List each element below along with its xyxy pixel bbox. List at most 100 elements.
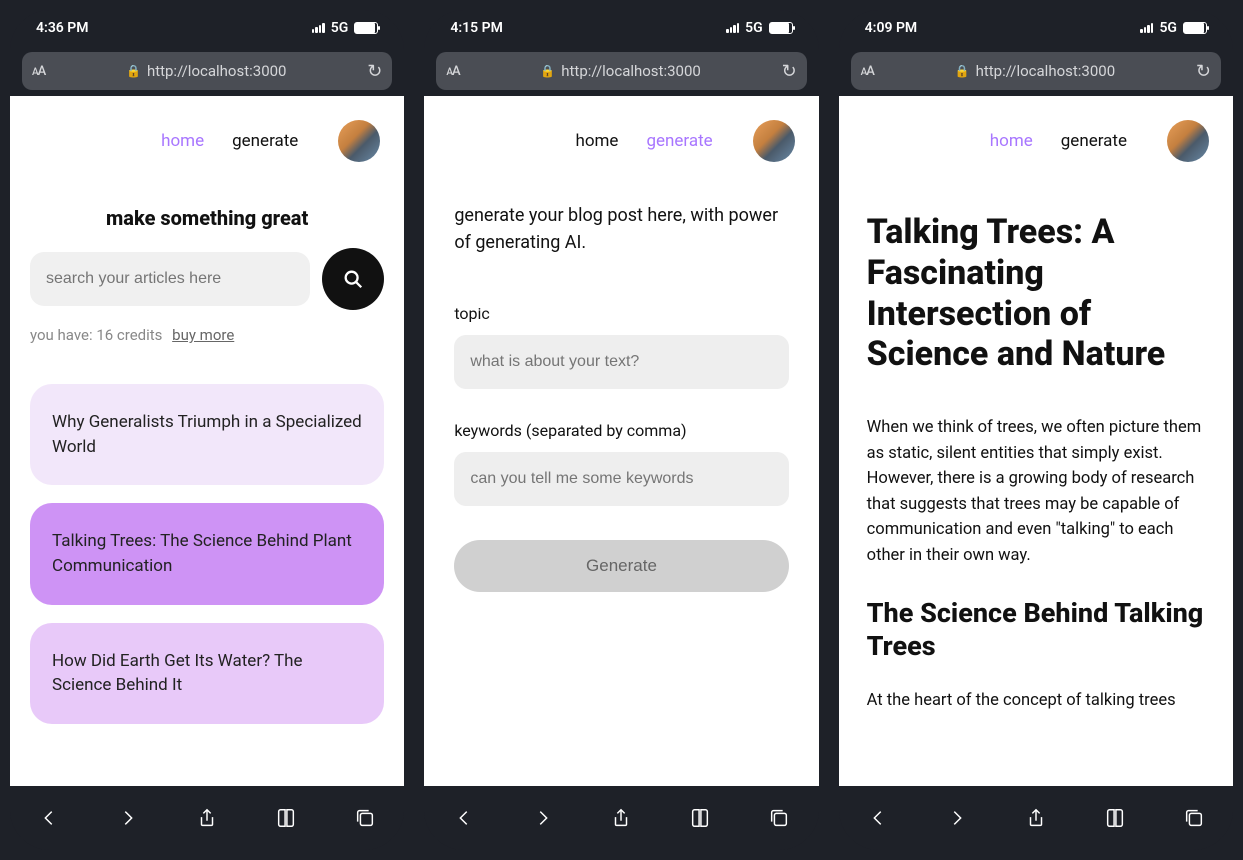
chevron-right-icon	[946, 807, 968, 829]
network-label: 5G	[745, 20, 763, 36]
back-button[interactable]	[446, 807, 482, 829]
nav-home[interactable]: home	[575, 131, 618, 151]
status-bar: 4:09 PM 5G	[839, 10, 1233, 46]
avatar[interactable]	[1167, 120, 1209, 162]
nav-generate[interactable]: generate	[232, 131, 298, 151]
search-row	[30, 248, 384, 310]
page-title: make something great	[30, 206, 384, 230]
book-icon	[689, 807, 711, 829]
share-icon	[196, 807, 218, 829]
share-button[interactable]	[1018, 807, 1054, 829]
generate-button[interactable]: Generate	[454, 540, 788, 592]
text-size-icon[interactable]: AA	[32, 64, 45, 79]
chevron-left-icon	[38, 807, 60, 829]
page-content: home generate Talking Trees: A Fascinati…	[839, 96, 1233, 786]
article-card[interactable]: Talking Trees: The Science Behind Plant …	[30, 503, 384, 604]
status-time: 4:36 PM	[36, 20, 89, 36]
reload-icon[interactable]: ↻	[1196, 61, 1211, 82]
search-input[interactable]	[30, 252, 310, 306]
lock-icon: 🔒	[126, 64, 141, 78]
forward-button[interactable]	[110, 807, 146, 829]
text-size-icon[interactable]: AA	[861, 64, 874, 79]
article-title: Talking Trees: A Fascinating Intersectio…	[867, 212, 1205, 375]
top-nav: home generate	[10, 96, 404, 172]
network-label: 5G	[331, 20, 349, 36]
reload-icon[interactable]: ↻	[367, 61, 382, 82]
reload-icon[interactable]: ↻	[782, 61, 797, 82]
chevron-right-icon	[532, 807, 554, 829]
article-card[interactable]: How Did Earth Get Its Water? The Science…	[30, 623, 384, 724]
battery-icon	[769, 22, 793, 34]
url-text: http://localhost:3000	[561, 62, 701, 80]
generate-intro: generate your blog post here, with power…	[454, 202, 788, 256]
status-bar: 4:36 PM 5G	[10, 10, 404, 46]
tabs-icon	[768, 807, 790, 829]
bookmarks-button[interactable]	[1097, 807, 1133, 829]
forward-button[interactable]	[525, 807, 561, 829]
chevron-left-icon	[867, 807, 889, 829]
search-button[interactable]	[322, 248, 384, 310]
share-button[interactable]	[603, 807, 639, 829]
page-content: home generate generate your blog post he…	[424, 96, 818, 786]
status-time: 4:15 PM	[450, 20, 503, 36]
battery-icon	[354, 22, 378, 34]
battery-icon	[1183, 22, 1207, 34]
status-indicators: 5G	[312, 20, 379, 36]
tabs-button[interactable]	[347, 807, 383, 829]
status-indicators: 5G	[1140, 20, 1207, 36]
back-button[interactable]	[860, 807, 896, 829]
browser-url-bar[interactable]: AA 🔒 http://localhost:3000 ↻	[851, 52, 1221, 90]
status-time: 4:09 PM	[865, 20, 918, 36]
top-nav: home generate	[424, 96, 818, 172]
browser-toolbar	[10, 786, 404, 850]
browser-toolbar	[839, 786, 1233, 850]
url-display[interactable]: 🔒 http://localhost:3000	[882, 62, 1188, 80]
status-bar: 4:15 PM 5G	[424, 10, 818, 46]
article-paragraph: When we think of trees, we often picture…	[867, 415, 1205, 568]
url-display[interactable]: 🔒 http://localhost:3000	[53, 62, 359, 80]
article-list: Why Generalists Triumph in a Specialized…	[30, 384, 384, 724]
article-paragraph: At the heart of the concept of talking t…	[867, 688, 1205, 714]
nav-home[interactable]: home	[161, 131, 204, 151]
phone-screen-generate: 4:15 PM 5G AA 🔒 http://localhost:3000 ↻ …	[424, 10, 818, 850]
share-icon	[1025, 807, 1047, 829]
url-text: http://localhost:3000	[147, 62, 287, 80]
lock-icon: 🔒	[540, 64, 555, 78]
nav-generate[interactable]: generate	[1061, 131, 1127, 151]
signal-icon	[1140, 23, 1153, 33]
share-button[interactable]	[189, 807, 225, 829]
tabs-icon	[354, 807, 376, 829]
browser-url-bar[interactable]: AA 🔒 http://localhost:3000 ↻	[436, 52, 806, 90]
network-label: 5G	[1159, 20, 1177, 36]
chevron-right-icon	[117, 807, 139, 829]
page-content: home generate make something great you h…	[10, 96, 404, 786]
browser-toolbar	[424, 786, 818, 850]
share-icon	[610, 807, 632, 829]
avatar[interactable]	[338, 120, 380, 162]
url-display[interactable]: 🔒 http://localhost:3000	[468, 62, 774, 80]
buy-more-link[interactable]: buy more	[172, 326, 234, 344]
browser-url-bar[interactable]: AA 🔒 http://localhost:3000 ↻	[22, 52, 392, 90]
chevron-left-icon	[453, 807, 475, 829]
text-size-icon[interactable]: AA	[446, 64, 459, 79]
tabs-button[interactable]	[761, 807, 797, 829]
article-subheading: The Science Behind Talking Trees	[867, 597, 1205, 665]
nav-home[interactable]: home	[990, 131, 1033, 151]
bookmarks-button[interactable]	[268, 807, 304, 829]
keywords-input[interactable]	[454, 452, 788, 506]
tabs-button[interactable]	[1176, 807, 1212, 829]
signal-icon	[726, 23, 739, 33]
book-icon	[275, 807, 297, 829]
lock-icon: 🔒	[955, 64, 970, 78]
topic-input[interactable]	[454, 335, 788, 389]
credits-count: 16 credits	[96, 326, 162, 344]
forward-button[interactable]	[939, 807, 975, 829]
bookmarks-button[interactable]	[682, 807, 718, 829]
keywords-label: keywords (separated by comma)	[454, 421, 788, 440]
credits-row: you have: 16 credits buy more	[30, 326, 384, 344]
back-button[interactable]	[31, 807, 67, 829]
nav-generate[interactable]: generate	[646, 131, 712, 151]
avatar[interactable]	[753, 120, 795, 162]
article-card[interactable]: Why Generalists Triumph in a Specialized…	[30, 384, 384, 485]
phone-screen-home: 4:36 PM 5G AA 🔒 http://localhost:3000 ↻ …	[10, 10, 404, 850]
